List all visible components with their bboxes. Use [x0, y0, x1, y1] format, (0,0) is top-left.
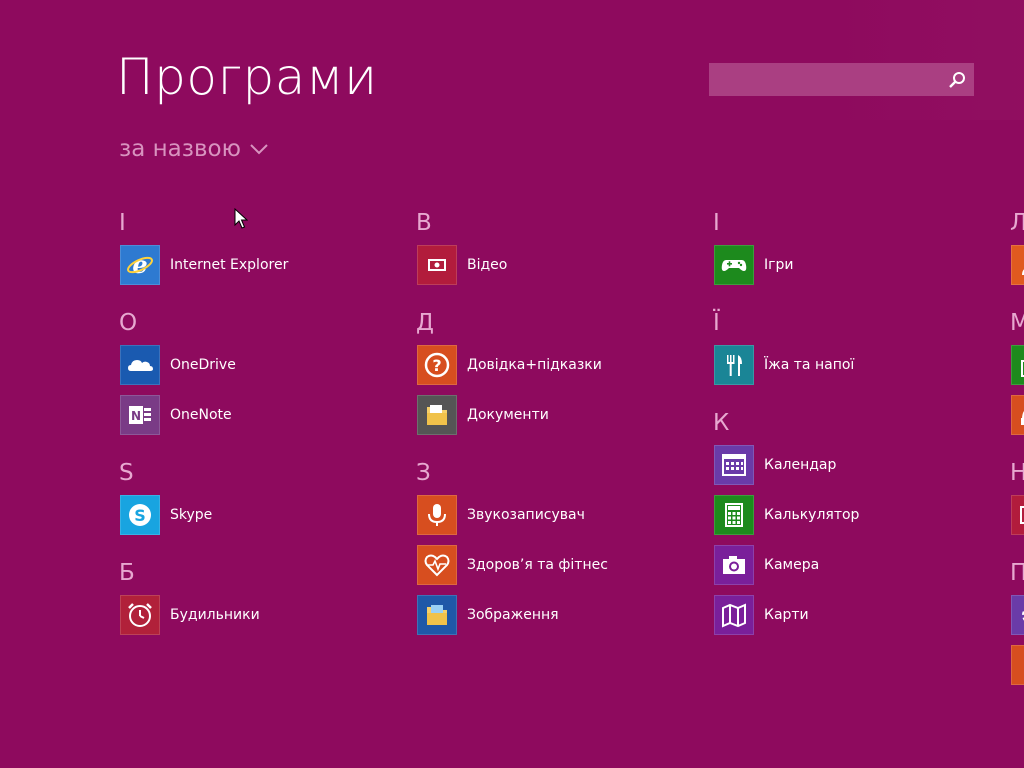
group-letter-z[interactable]: З: [416, 462, 431, 485]
app-maps[interactable]: Карти: [714, 595, 809, 635]
app-label: Їжа та напої: [764, 357, 855, 373]
app-tile-partial-people[interactable]: [1011, 245, 1024, 285]
calendar-icon: [714, 445, 754, 485]
app-label: Довідка+підказки: [467, 357, 602, 373]
camera-icon: [714, 545, 754, 585]
app-camera[interactable]: Камера: [714, 545, 819, 585]
group-letter-i-ukr[interactable]: І: [713, 212, 720, 235]
group-letter-v[interactable]: В: [416, 212, 432, 235]
chevron-down-icon: [250, 144, 268, 155]
app-games[interactable]: Ігри: [714, 245, 793, 285]
app-documents[interactable]: Документи: [417, 395, 549, 435]
svg-text:e: e: [132, 251, 147, 279]
documents-folder-icon: [417, 395, 457, 435]
app-calendar[interactable]: Календар: [714, 445, 836, 485]
internet-explorer-icon: e: [120, 245, 160, 285]
svg-text:?: ?: [432, 356, 441, 375]
app-tile-partial-music[interactable]: [1011, 395, 1024, 435]
heart-pulse-icon: [417, 545, 457, 585]
app-label: Камера: [764, 557, 820, 573]
app-label: Документи: [467, 407, 549, 423]
app-calculator[interactable]: Калькулятор: [714, 495, 859, 535]
app-icon: [1011, 645, 1024, 685]
group-letter-o[interactable]: O: [119, 312, 137, 335]
pictures-folder-icon: [417, 595, 457, 635]
app-food-drink[interactable]: Їжа та напої: [714, 345, 854, 385]
app-tile-partial-settings[interactable]: [1011, 595, 1024, 635]
group-letter-d[interactable]: Д: [416, 312, 434, 335]
app-label: Internet Explorer: [170, 257, 289, 273]
app-video[interactable]: Відео: [417, 245, 507, 285]
app-onedrive[interactable]: OneDrive: [120, 345, 236, 385]
app-tile-partial[interactable]: [1011, 645, 1024, 685]
group-letter-s[interactable]: S: [119, 462, 134, 485]
app-tile-partial-store[interactable]: [1011, 345, 1024, 385]
fork-knife-icon: [714, 345, 754, 385]
search-input[interactable]: [709, 63, 955, 96]
person-icon: [1011, 245, 1024, 285]
store-icon: [1011, 345, 1024, 385]
app-alarms[interactable]: Будильники: [120, 595, 260, 635]
app-label: Калькулятор: [764, 507, 860, 523]
music-icon: [1011, 395, 1024, 435]
search-box[interactable]: [709, 63, 974, 96]
app-health-fitness[interactable]: Здоров’я та фітнес: [417, 545, 608, 585]
group-letter-i[interactable]: I: [119, 212, 126, 235]
group-letter-k[interactable]: К: [713, 412, 729, 435]
group-letter-n[interactable]: Н: [1010, 462, 1024, 485]
group-letter-yi[interactable]: Ї: [713, 312, 720, 335]
microphone-icon: [417, 495, 457, 535]
news-icon: [1011, 495, 1024, 535]
app-label: Skype: [170, 507, 213, 523]
group-letter-b[interactable]: Б: [119, 562, 135, 585]
app-label: Карти: [764, 607, 809, 623]
sort-label: за назвою: [119, 136, 241, 162]
group-letter-p[interactable]: П: [1010, 562, 1024, 585]
onedrive-icon: [120, 345, 160, 385]
app-tile-partial-news[interactable]: [1011, 495, 1024, 535]
app-label: Відео: [467, 257, 508, 273]
page-title: Програми: [116, 48, 378, 106]
app-label: Зображення: [467, 607, 559, 623]
gamepad-icon: [714, 245, 754, 285]
mouse-cursor-icon: [234, 208, 248, 229]
app-label: Здоров’я та фітнес: [467, 557, 608, 573]
onenote-icon: N: [120, 395, 160, 435]
help-icon: ?: [417, 345, 457, 385]
app-label: Ігри: [764, 257, 794, 273]
group-letter-l[interactable]: Л: [1010, 212, 1024, 235]
svg-text:N: N: [131, 409, 141, 423]
video-icon: [417, 245, 457, 285]
app-help-tips[interactable]: ? Довідка+підказки: [417, 345, 602, 385]
calculator-icon: [714, 495, 754, 535]
svg-text:S: S: [134, 506, 146, 525]
settings-icon: [1011, 595, 1024, 635]
app-skype[interactable]: S Skype: [120, 495, 212, 535]
skype-icon: S: [120, 495, 160, 535]
app-label: Звукозаписувач: [467, 507, 585, 523]
search-icon: [949, 72, 965, 88]
app-internet-explorer[interactable]: e Internet Explorer: [120, 245, 288, 285]
app-label: Будильники: [170, 607, 260, 623]
app-label: Календар: [764, 457, 837, 473]
sort-dropdown[interactable]: за назвою: [119, 136, 269, 162]
app-label: OneNote: [170, 407, 232, 423]
group-letter-m[interactable]: М: [1010, 312, 1024, 335]
map-icon: [714, 595, 754, 635]
app-sound-recorder[interactable]: Звукозаписувач: [417, 495, 585, 535]
search-button[interactable]: [944, 67, 970, 93]
background-fade: [824, 0, 1024, 120]
app-pictures[interactable]: Зображення: [417, 595, 559, 635]
alarm-clock-icon: [120, 595, 160, 635]
app-onenote[interactable]: N OneNote: [120, 395, 232, 435]
app-label: OneDrive: [170, 357, 236, 373]
